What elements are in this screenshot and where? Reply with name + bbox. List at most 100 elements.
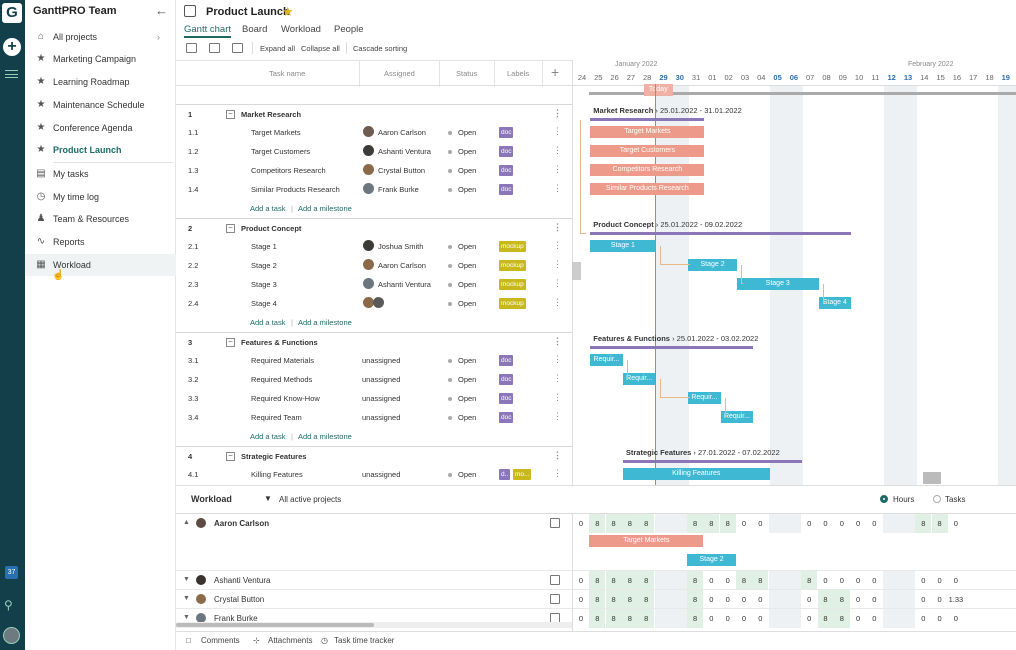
workload-cell[interactable]: 0 <box>703 590 719 609</box>
workload-cell[interactable]: 0 <box>932 571 948 590</box>
label-badge[interactable]: mo... <box>513 469 532 480</box>
workload-cell[interactable] <box>882 590 899 609</box>
add-column-icon[interactable]: + <box>551 64 559 80</box>
sidebar-item-learning-roadmap[interactable]: ★ Learning Roadmap <box>25 71 176 93</box>
task-name[interactable]: Target Markets <box>251 128 301 137</box>
workload-cell[interactable]: 0 <box>720 609 736 628</box>
scroll-marker-icon[interactable] <box>923 472 941 484</box>
workload-cell[interactable]: 8 <box>801 571 818 590</box>
group-row[interactable]: 2 − Product Concept ⋮ <box>176 218 572 237</box>
collapse-toggle-icon[interactable]: − <box>226 224 235 233</box>
sidebar-item-workload[interactable]: ▦ Workload <box>25 254 176 276</box>
cascade-sorting-button[interactable]: Cascade sorting <box>353 44 407 53</box>
sidebar-item-all-projects[interactable]: ⌂ All projects › <box>25 26 176 48</box>
workload-cell[interactable]: 0 <box>866 514 882 533</box>
task-bar[interactable]: Requir... <box>688 392 721 404</box>
workload-cell[interactable] <box>899 571 915 590</box>
workload-cell[interactable]: 0 <box>834 571 850 590</box>
status-text[interactable]: Open <box>458 185 476 194</box>
row-menu-icon[interactable]: ⋮ <box>553 354 562 365</box>
task-bar[interactable]: Requir... <box>590 354 623 366</box>
status-text[interactable]: Open <box>458 299 476 308</box>
workload-cell[interactable]: 0 <box>915 590 931 609</box>
label-badge[interactable]: d.. <box>499 469 511 480</box>
task-row[interactable]: 2.2 Stage 2 Aaron Carlson Open mockup ⋮ <box>176 256 572 275</box>
workload-cell[interactable] <box>654 514 671 533</box>
label-badge[interactable]: mockup <box>499 241 526 252</box>
sidebar-item-maintenance-schedule[interactable]: ★ Maintenance Schedule <box>25 94 176 116</box>
workload-cell[interactable]: 8 <box>638 571 655 590</box>
task-bar[interactable]: Competitors Research <box>590 164 705 176</box>
workload-cell[interactable]: 0 <box>818 571 834 590</box>
row-menu-icon[interactable]: ⋮ <box>553 411 562 422</box>
tab-gantt-chart[interactable]: Gantt chart <box>184 24 231 38</box>
group-name[interactable]: Strategic Features <box>241 452 306 461</box>
status-text[interactable]: Open <box>458 394 476 403</box>
workload-row[interactable]: ▼ Ashanti Ventura 0 8 8 8 8 8 0 0 8 8 8 0 0 0 0 0 0 0 <box>176 570 1016 590</box>
workload-cell[interactable]: 0 <box>948 609 964 628</box>
assignee[interactable]: unassigned <box>362 375 400 384</box>
row-menu-icon[interactable]: ⋮ <box>553 259 562 270</box>
workload-cell[interactable]: 8 <box>931 514 948 533</box>
workload-cell[interactable]: 8 <box>817 609 834 628</box>
label-badge[interactable]: mockup <box>499 260 526 271</box>
indent-icon[interactable] <box>186 43 197 53</box>
task-bar[interactable]: Stage 1 <box>590 240 656 252</box>
tab-board[interactable]: Board <box>242 24 267 38</box>
team-name[interactable]: GanttPRO Team <box>33 5 117 17</box>
resource-name[interactable]: Crystal Button <box>214 595 264 604</box>
group-name[interactable]: Features & Functions <box>241 338 318 347</box>
workload-task-bar[interactable]: Stage 2 <box>687 554 736 566</box>
task-name[interactable]: Stage 2 <box>251 261 277 270</box>
label-badge[interactable]: doc <box>499 412 514 423</box>
workload-cell[interactable]: 0 <box>932 590 948 609</box>
calendar-view-icon[interactable] <box>209 43 220 53</box>
task-name[interactable]: Required Materials <box>251 356 314 365</box>
workload-cell[interactable]: 0 <box>720 571 736 590</box>
task-bar[interactable]: Killing Features <box>622 468 770 480</box>
calendar-icon[interactable]: 37 <box>5 566 18 579</box>
workload-cell[interactable]: 8 <box>589 514 606 533</box>
workload-row[interactable]: ▲ Aaron Carlson 0 8 8 8 8 8 8 8 0 0 0 0 0 0 0 8 8 0 <box>176 513 1016 533</box>
assignee[interactable]: Ashanti Ventura <box>378 147 431 156</box>
tasks-radio[interactable] <box>933 495 941 503</box>
workload-cell[interactable]: 8 <box>687 590 704 609</box>
group-summary-bar[interactable] <box>590 346 754 349</box>
assignee[interactable]: unassigned <box>362 356 400 365</box>
workload-cell[interactable]: 0 <box>948 514 964 533</box>
row-menu-icon[interactable]: ⋮ <box>553 126 562 137</box>
group-row[interactable]: 4 − Strategic Features ⋮ <box>176 446 572 465</box>
sidebar-item-marketing-campaign[interactable]: ★ Marketing Campaign <box>25 48 176 70</box>
workload-cell[interactable] <box>654 571 671 590</box>
workload-cell[interactable]: 0 <box>573 571 589 590</box>
status-text[interactable]: Open <box>458 261 476 270</box>
row-menu-icon[interactable]: ⋮ <box>553 392 562 403</box>
label-badge[interactable]: mockup <box>499 298 526 309</box>
calendar-icon[interactable] <box>550 575 560 585</box>
workload-cell[interactable]: 0 <box>850 514 866 533</box>
group-name[interactable]: Market Research <box>241 110 301 119</box>
task-row[interactable]: 1.3 Competitors Research Crystal Button Ope… <box>176 161 572 180</box>
workload-cell[interactable]: 0 <box>801 609 817 628</box>
scrollbar-thumb[interactable] <box>176 623 374 627</box>
workload-cell[interactable]: 0 <box>736 609 752 628</box>
workload-cell[interactable]: 8 <box>915 514 932 533</box>
sidebar-item-reports[interactable]: ∿ Reports <box>25 231 176 253</box>
workload-row[interactable]: ▼ Crystal Button 0 8 8 8 8 8 0 0 0 0 0 8 8 0 0 0 0 1.33 <box>176 589 1016 609</box>
search-icon[interactable]: ⚲ <box>4 598 13 612</box>
expand-all-button[interactable]: Expand all <box>260 44 295 53</box>
row-menu-icon[interactable]: ⋮ <box>553 164 562 175</box>
workload-cell[interactable] <box>882 609 899 628</box>
label-badge[interactable]: doc <box>499 165 514 176</box>
group-summary-bar[interactable] <box>590 232 852 235</box>
tab-workload[interactable]: Workload <box>281 24 321 38</box>
workload-cell[interactable] <box>670 590 687 609</box>
chevron-down-icon[interactable]: ▼ <box>183 595 190 602</box>
row-menu-icon[interactable]: ⋮ <box>553 278 562 289</box>
collapse-sidebar-icon[interactable]: ← <box>155 3 168 18</box>
workload-cell[interactable] <box>768 609 785 628</box>
status-text[interactable]: Open <box>458 375 476 384</box>
sidebar-item-conference-agenda[interactable]: ★ Conference Agenda <box>25 117 176 139</box>
task-row[interactable]: 3.3 Required Know-How unassigned Open doc ⋮ <box>176 389 572 408</box>
tab-people[interactable]: People <box>334 24 364 38</box>
